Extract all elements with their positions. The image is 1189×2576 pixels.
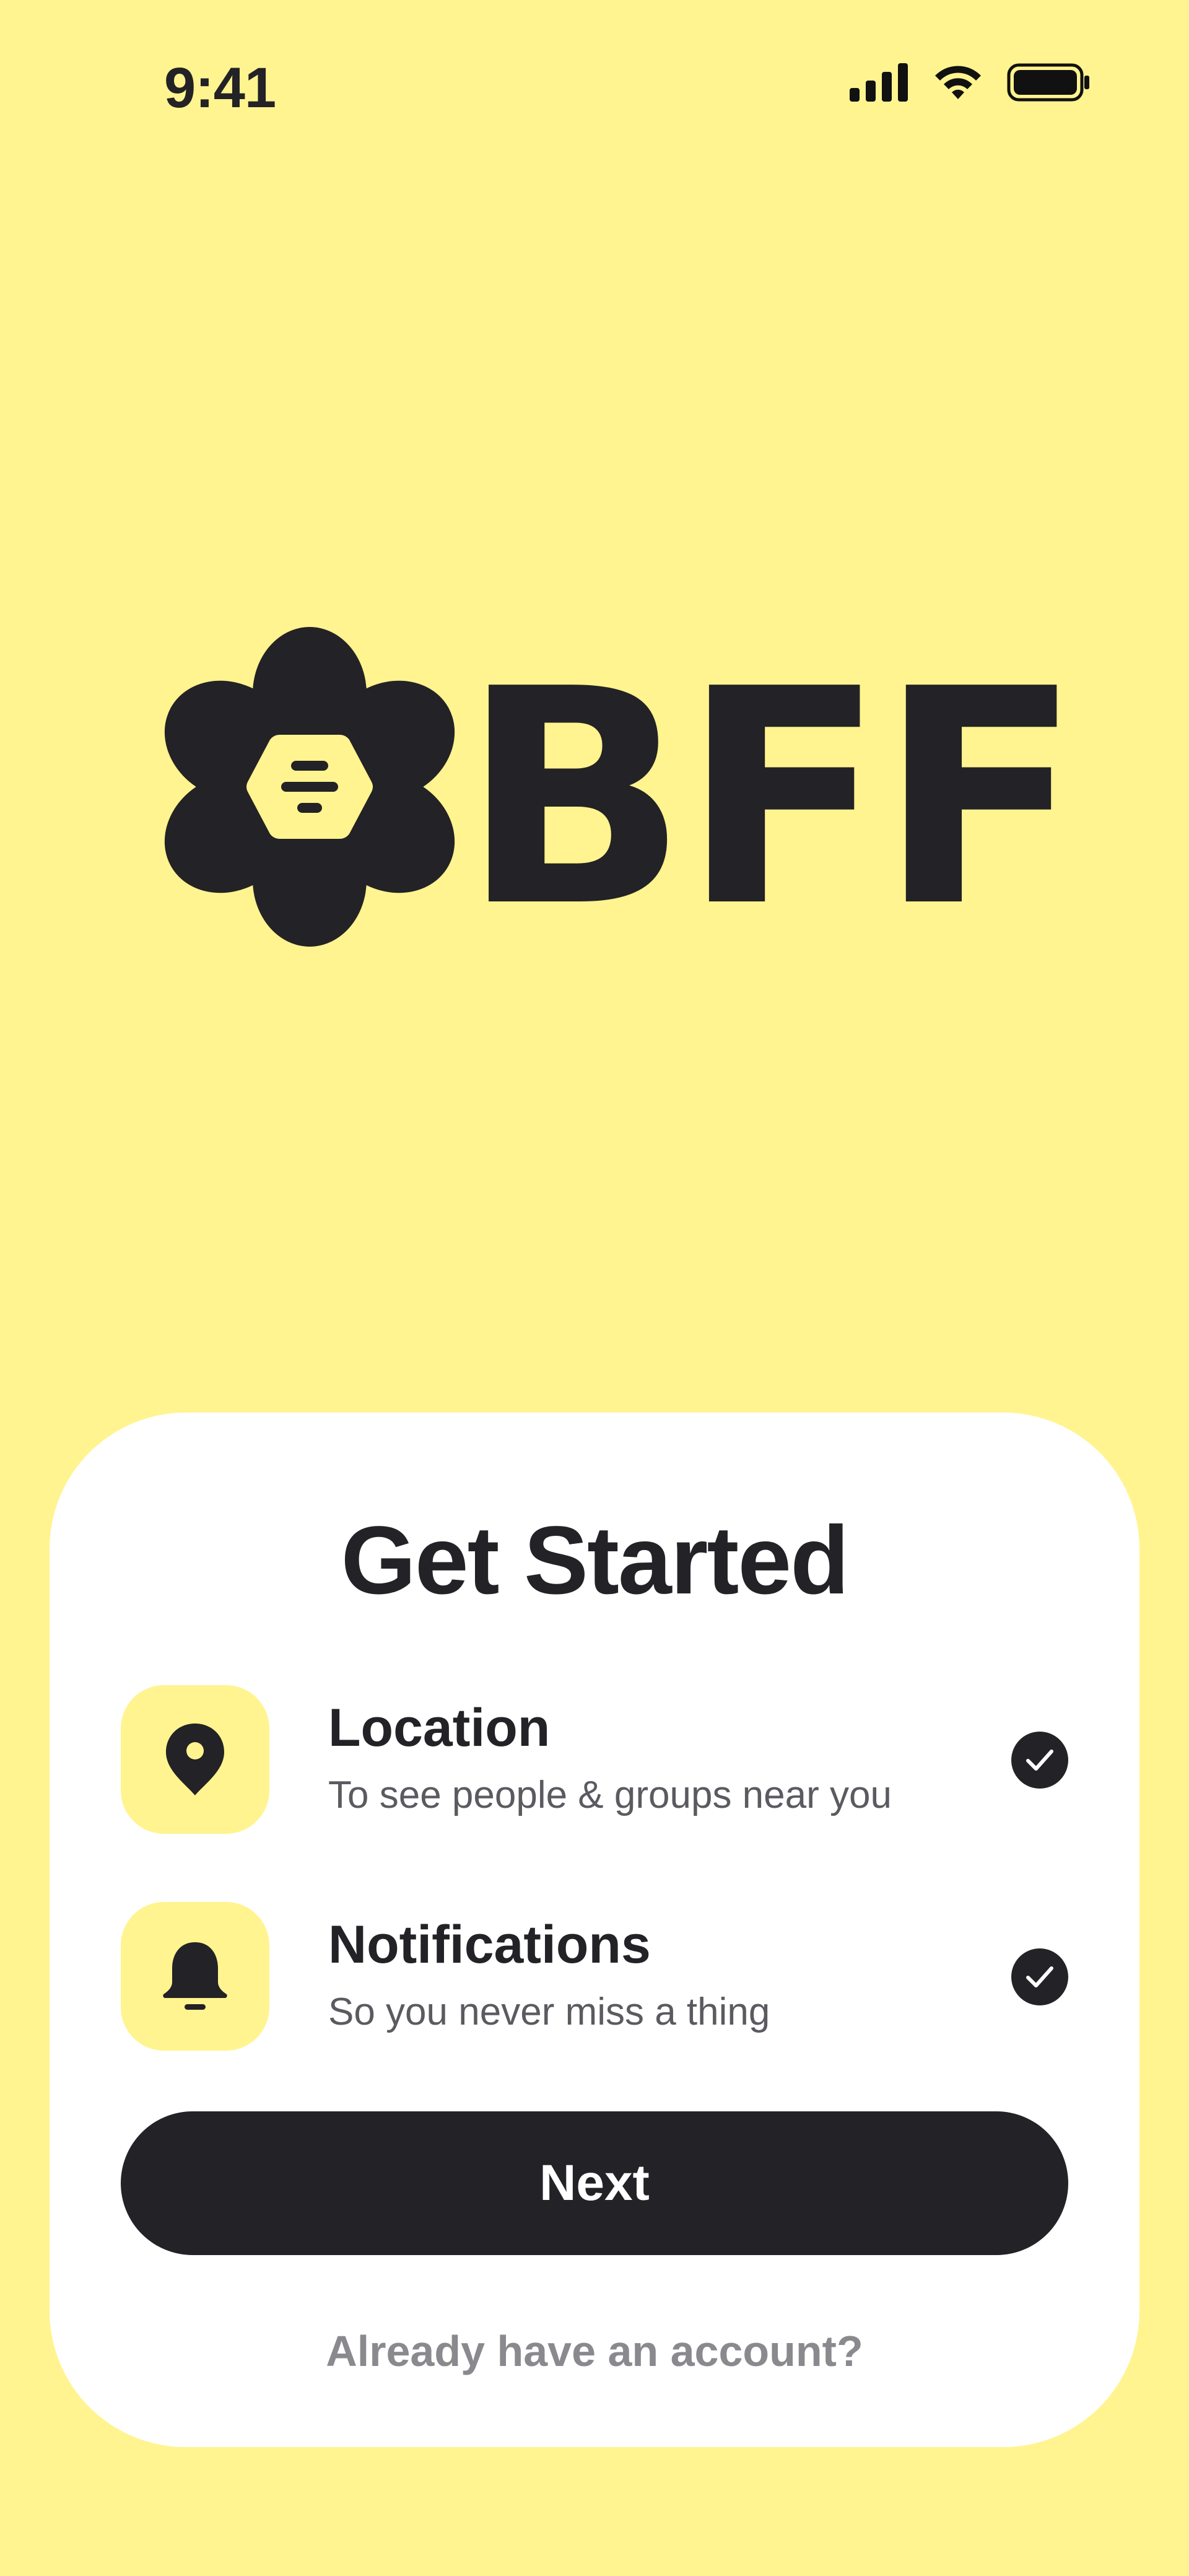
status-time: 9:41 <box>164 56 276 120</box>
already-have-account-link[interactable]: Already have an account? <box>50 2326 1139 2376</box>
wifi-icon <box>931 63 985 102</box>
status-bar: 9:41 <box>0 0 1189 180</box>
status-icons <box>850 63 1090 102</box>
check-icon[interactable] <box>1011 1948 1068 2005</box>
check-icon[interactable] <box>1011 1732 1068 1789</box>
permission-title: Location <box>328 1698 551 1758</box>
permission-description: So you never miss a thing <box>328 1991 770 2033</box>
permission-row-location[interactable]: Location To see people & groups near you <box>121 1685 1068 1834</box>
logo-wordmark: BFF <box>461 626 1082 972</box>
permission-title: Notifications <box>328 1915 651 1974</box>
bell-icon <box>161 1940 229 2013</box>
page-title: Get Started <box>341 1507 850 1614</box>
permission-description: To see people & groups near you <box>328 1774 892 1816</box>
location-icon-tile <box>121 1685 269 1834</box>
notification-icon-tile <box>121 1902 269 2051</box>
get-started-card: Get Started Location To see people & gro… <box>50 1413 1139 2447</box>
location-pin-icon <box>165 1722 225 1797</box>
bff-logo: BFF <box>164 626 1082 948</box>
next-button[interactable]: Next <box>121 2111 1068 2255</box>
permission-row-notifications[interactable]: Notifications So you never miss a thing <box>121 1902 1068 2051</box>
signal-icon <box>850 63 909 102</box>
battery-icon <box>1007 63 1090 102</box>
